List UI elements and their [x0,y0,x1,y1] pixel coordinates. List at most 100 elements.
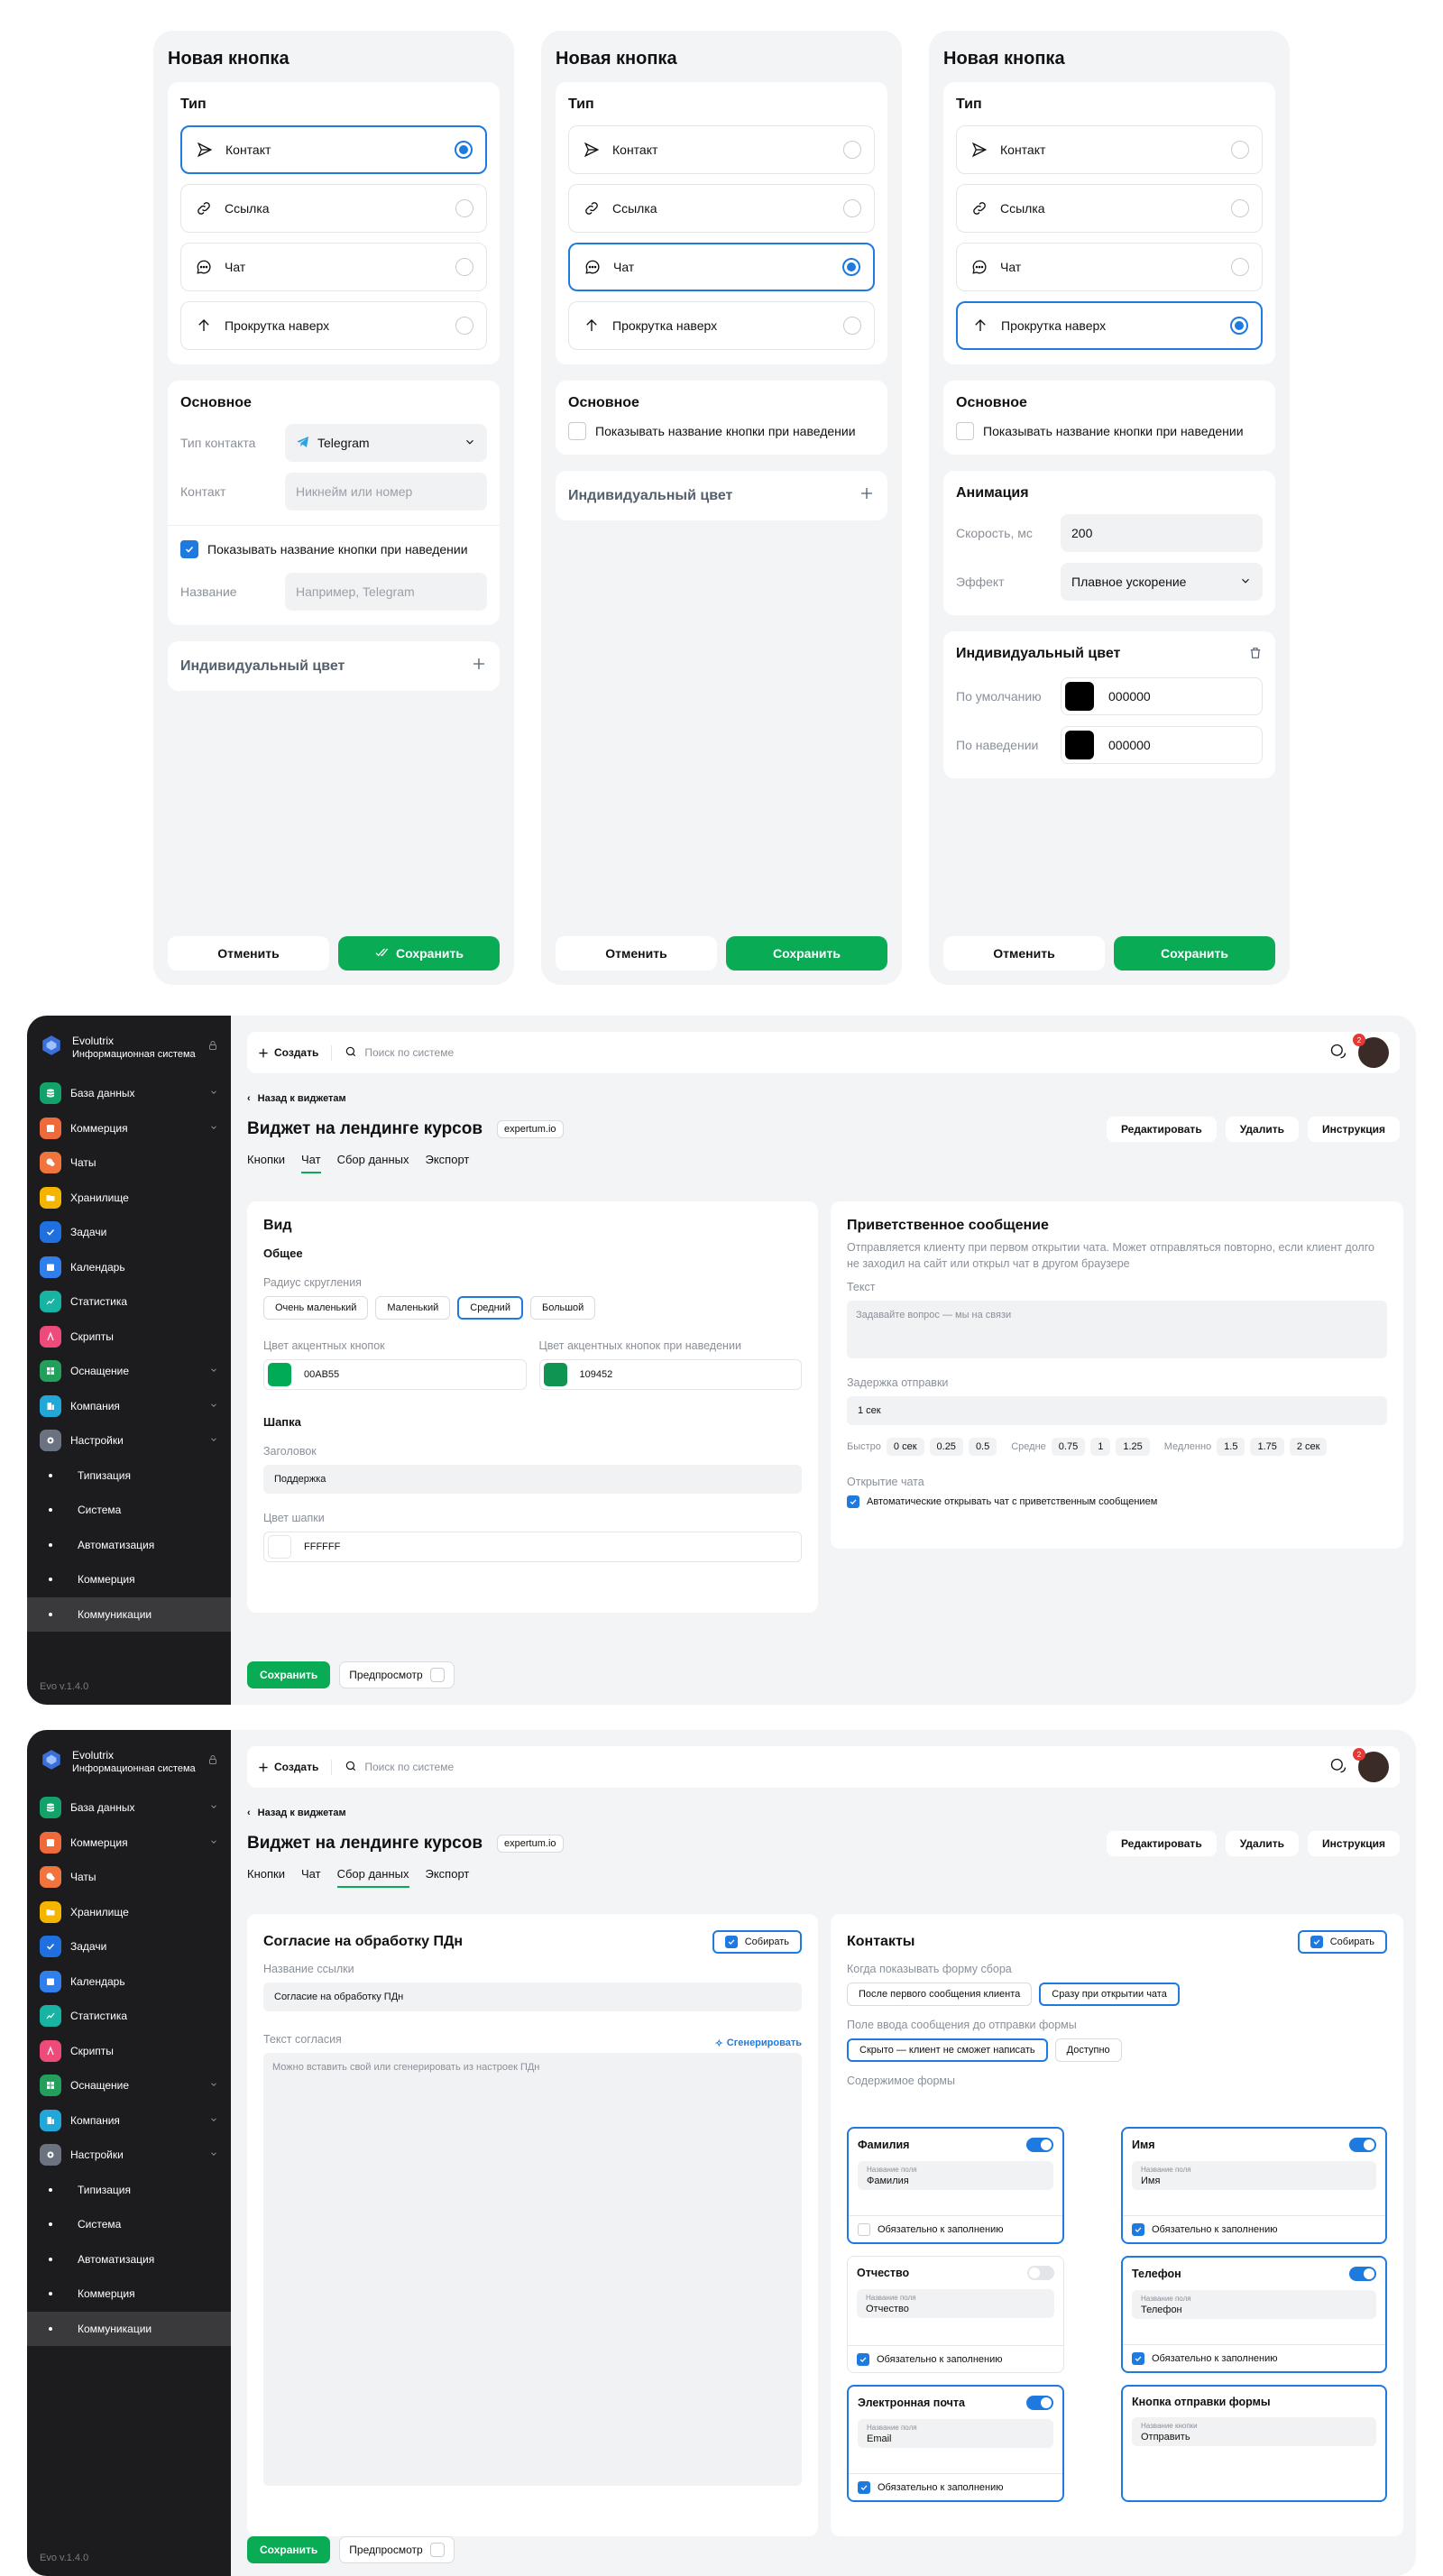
delay-preset[interactable]: 0.25 [929,1438,963,1456]
option-scroll-top[interactable]: Прокрутка наверх [956,301,1263,350]
checkbox-checked[interactable] [1132,2351,1144,2365]
cancel-button[interactable]: Отменить [168,936,329,971]
checkbox-checked[interactable] [724,1936,738,1948]
option-chat[interactable]: Чат [180,243,487,291]
checkbox-checked[interactable] [858,2480,870,2494]
accent-color-input[interactable]: 00AB55 [263,1359,527,1390]
preview-toggle[interactable] [429,2543,445,2557]
save-button[interactable]: Сохранить [1114,936,1275,971]
search-input[interactable]: Поиск по системе [345,1045,1329,1061]
option-scroll-top[interactable]: Прокрутка наверх [180,301,487,350]
instruction-button[interactable]: Инструкция [1307,1117,1400,1142]
when-option[interactable]: После первого сообщения клиента [847,1983,1033,2006]
sidebar-item-equipment[interactable]: Оснащение [27,1354,231,1389]
option-chat[interactable]: Чат [956,243,1263,291]
search-input[interactable]: Поиск по системе [345,1760,1329,1775]
hover-color-input[interactable]: 000000 [1061,726,1263,764]
sidebar-item-scripts[interactable]: Скрипты [27,1320,231,1355]
color-swatch[interactable] [1065,682,1094,711]
radio[interactable] [455,317,473,335]
default-color-input[interactable]: 000000 [1061,677,1263,715]
sidebar-item-database[interactable]: База данных [27,1790,231,1826]
plus-icon[interactable] [859,485,875,506]
sidebar-item-storage[interactable]: Хранилище [27,1895,231,1930]
field-switch[interactable] [1349,2138,1376,2152]
collect-toggle[interactable]: Собирать [712,1930,802,1954]
sidebar-subitem-typing[interactable]: Типизация [27,1458,231,1494]
welcome-text-input[interactable]: Задавайте вопрос — мы на связи [847,1301,1387,1358]
delete-button[interactable]: Удалить [1225,1831,1299,1856]
save-button[interactable]: Сохранить [247,2536,331,2563]
sidebar-item-database[interactable]: База данных [27,1076,231,1111]
delay-preset[interactable]: 1.5 [1217,1438,1245,1456]
field-name-input[interactable]: Название поля Телефон [1132,2290,1376,2319]
back-link[interactable]: ‹ Назад к виджетам [247,1093,1400,1104]
delay-preset[interactable]: 1 [1090,1438,1111,1456]
consent-text-input[interactable]: Можно вставить свой или сгенерировать из… [263,2053,802,2486]
sidebar-subitem-typing[interactable]: Типизация [27,2173,231,2208]
trash-icon[interactable] [1248,646,1263,665]
tab-export[interactable]: Экспорт [426,1153,470,1173]
tab-buttons[interactable]: Кнопки [247,1867,285,1888]
radio[interactable] [843,317,861,335]
custom-color-collapsed[interactable]: Индивидуальный цвет [556,471,887,520]
delay-preset[interactable]: 1.25 [1116,1438,1150,1456]
header-title-input[interactable]: Поддержка [263,1465,802,1494]
color-swatch[interactable] [1065,731,1094,759]
chat-icon[interactable] [1329,1043,1347,1063]
sidebar-item-settings[interactable]: Настройки [27,1423,231,1458]
required-row[interactable]: Обязательно к заполнению [849,2215,1062,2242]
sidebar-item-statistics[interactable]: Статистика [27,1284,231,1320]
plus-icon[interactable] [471,656,487,676]
sidebar-item-commerce[interactable]: Коммерция [27,1111,231,1146]
checkbox-checked[interactable] [180,540,198,558]
tab-chat[interactable]: Чат [301,1867,321,1888]
sidebar-item-scripts[interactable]: Скрипты [27,2034,231,2069]
show-name-checkbox-row[interactable]: Показывать название кнопки при наведении [956,422,1263,440]
create-button[interactable]: ＋ Создать [258,1044,333,1061]
save-button[interactable]: Сохранить [726,936,887,971]
color-swatch[interactable] [268,1535,291,1559]
tab-buttons[interactable]: Кнопки [247,1153,285,1173]
preview-button[interactable]: Предпросмотр [339,2536,455,2563]
sidebar-subitem-commerce[interactable]: Коммерция [27,1562,231,1597]
when-option-selected[interactable]: Сразу при открытии чата [1039,1983,1180,2006]
cancel-button[interactable]: Отменить [943,936,1105,971]
edit-button[interactable]: Редактировать [1106,1117,1217,1142]
required-row[interactable]: Обязательно к заполнению [1123,2215,1385,2242]
back-link[interactable]: ‹ Назад к виджетам [247,1808,1400,1818]
checkbox-checked[interactable] [847,1495,859,1508]
option-link[interactable]: Ссылка [568,184,875,233]
delay-preset[interactable]: 0.75 [1051,1438,1086,1456]
save-button[interactable]: Сохранить [247,1661,331,1688]
delay-preset[interactable]: 0 сек [886,1438,924,1456]
required-row[interactable]: Обязательно к заполнению [1123,2344,1385,2371]
required-row[interactable]: Обязательно к заполнению [848,2345,1063,2372]
sidebar-item-chats[interactable]: Чаты [27,1860,231,1895]
field-name-input[interactable]: Название поля Имя [1132,2161,1376,2190]
color-swatch[interactable] [268,1363,291,1386]
delay-preset[interactable]: 0.5 [968,1438,997,1456]
radio[interactable] [843,199,861,217]
input-option-selected[interactable]: Скрыто — клиент не сможет написать [847,2038,1048,2062]
sidebar-subitem-system[interactable]: Система [27,1493,231,1528]
header-color-input[interactable]: FFFFFF [263,1532,802,1562]
field-name-input[interactable]: Название поля Фамилия [858,2161,1053,2190]
radius-option-selected[interactable]: Средний [457,1296,523,1320]
radius-option[interactable]: Большой [529,1296,596,1320]
checkbox[interactable] [956,422,974,440]
option-link[interactable]: Ссылка [956,184,1263,233]
custom-color-collapsed[interactable]: Индивидуальный цвет [168,641,500,691]
option-contact[interactable]: Контакт [956,125,1263,174]
delete-button[interactable]: Удалить [1225,1117,1299,1142]
sidebar-subitem-communications[interactable]: Коммуникации [27,1596,231,1632]
tab-data-collection[interactable]: Сбор данных [337,1153,409,1173]
option-chat[interactable]: Чат [568,243,875,291]
field-name-input[interactable]: Название поля Email [858,2419,1053,2448]
radio[interactable] [455,199,473,217]
input-option[interactable]: Доступно [1054,2038,1122,2062]
submit-name-input[interactable]: Название кнопки Отправить [1132,2417,1376,2446]
lock-icon[interactable] [207,1039,218,1056]
field-switch[interactable] [1027,2266,1054,2280]
sidebar-item-settings[interactable]: Настройки [27,2138,231,2173]
